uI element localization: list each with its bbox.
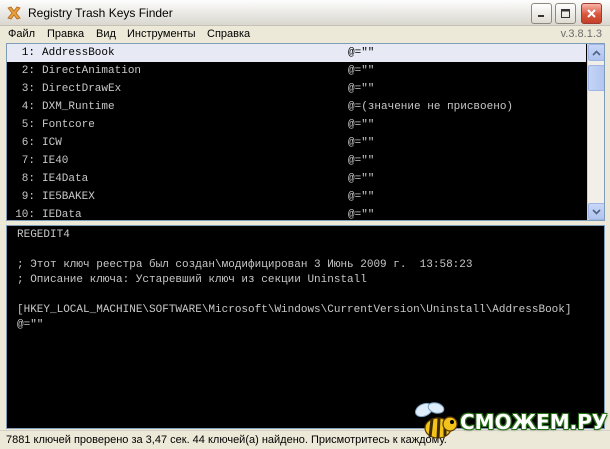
key-list[interactable]: 1: AddressBook @="" 2: DirectAnimation @… <box>6 43 605 221</box>
key-value: @=(значение не присвоено) <box>348 101 514 113</box>
key-value: @="" <box>348 83 375 95</box>
key-number: 10: <box>15 209 35 221</box>
version-label: v.3.8.1.3 <box>560 28 602 40</box>
key-name: IE5BAKEX <box>42 191 95 203</box>
scroll-thumb[interactable] <box>588 65 604 91</box>
list-item[interactable]: 7: IE40 @="" <box>7 152 586 170</box>
list-item[interactable]: 5: Fontcore @="" <box>7 116 586 134</box>
list-item[interactable]: 6: ICW @="" <box>7 134 586 152</box>
details-line: REGEDIT4 <box>17 229 70 241</box>
scroll-down-button[interactable] <box>588 203 604 220</box>
app-window: Registry Trash Keys Finder Файл Правка В… <box>0 0 610 449</box>
key-number: 7: <box>21 155 35 167</box>
key-number: 5: <box>21 119 35 131</box>
key-number: 4: <box>21 101 35 113</box>
list-item[interactable]: 9: IE5BAKEX @="" <box>7 188 586 206</box>
key-number: 9: <box>21 191 35 203</box>
list-item[interactable]: 1: AddressBook @="" <box>7 44 586 62</box>
details-line: [HKEY_LOCAL_MACHINE\SOFTWARE\Microsoft\W… <box>17 304 572 316</box>
details-line: ; Этот ключ реестра был создан\модифицир… <box>17 259 473 271</box>
key-value: @="" <box>348 137 375 149</box>
minimize-icon <box>538 15 544 17</box>
key-name: DXM_Runtime <box>42 101 115 113</box>
key-value: @="" <box>348 119 375 131</box>
key-value: @="" <box>348 209 375 221</box>
list-item[interactable]: 2: DirectAnimation @="" <box>7 62 586 80</box>
key-details-panel[interactable]: REGEDIT4 ; Этот ключ реестра был создан\… <box>6 225 605 429</box>
list-item[interactable]: 3: DirectDrawEx @="" <box>7 80 586 98</box>
key-name: Fontcore <box>42 119 95 131</box>
watermark-logo: СМОЖЕМ.РУ <box>410 400 608 446</box>
close-icon <box>587 9 596 18</box>
menu-view[interactable]: Вид <box>94 28 118 40</box>
key-name: IE40 <box>42 155 69 167</box>
title-bar[interactable]: Registry Trash Keys Finder <box>0 0 610 26</box>
menu-tools[interactable]: Инструменты <box>125 28 198 40</box>
key-name: IEData <box>42 209 82 221</box>
menu-help[interactable]: Справка <box>205 28 252 40</box>
red-cross-icon <box>7 6 21 20</box>
status-text: 7881 ключей проверено за 3,47 сек. 44 кл… <box>6 434 447 446</box>
bee-icon <box>414 402 458 439</box>
maximize-icon <box>561 9 570 18</box>
chevron-up-icon <box>592 49 601 56</box>
key-value: @="" <box>348 191 375 203</box>
list-item[interactable]: 8: IE4Data @="" <box>7 170 586 188</box>
key-name: IE4Data <box>42 173 89 185</box>
key-number: 2: <box>21 65 35 77</box>
key-value: @="" <box>348 155 375 167</box>
menu-edit[interactable]: Правка <box>45 28 86 40</box>
key-name: DirectAnimation <box>42 65 142 77</box>
key-number: 3: <box>21 83 35 95</box>
key-value: @="" <box>348 47 375 59</box>
key-number: 6: <box>21 137 35 149</box>
details-line: ; Описание ключа: Устаревший ключ из сек… <box>17 274 367 286</box>
window-title: Registry Trash Keys Finder <box>28 6 173 20</box>
key-name: AddressBook <box>42 47 115 59</box>
key-name: DirectDrawEx <box>42 83 122 95</box>
key-value: @="" <box>348 65 375 77</box>
maximize-button[interactable] <box>555 3 576 24</box>
close-button[interactable] <box>581 3 602 24</box>
list-item[interactable]: 10: IEData @="" <box>7 206 586 221</box>
list-scrollbar[interactable] <box>587 44 604 220</box>
watermark-text: СМОЖЕМ.РУ <box>460 410 608 434</box>
key-name: ICW <box>42 137 62 149</box>
menu-file[interactable]: Файл <box>6 28 37 40</box>
scroll-up-button[interactable] <box>588 44 604 61</box>
list-item[interactable]: 4: DXM_Runtime @=(значение не присвоено) <box>7 98 586 116</box>
details-line: @="" <box>17 319 44 331</box>
key-number: 1: <box>21 47 35 59</box>
key-value: @="" <box>348 173 375 185</box>
minimize-button[interactable] <box>531 3 552 24</box>
key-number: 8: <box>21 173 35 185</box>
chevron-down-icon <box>592 208 601 215</box>
